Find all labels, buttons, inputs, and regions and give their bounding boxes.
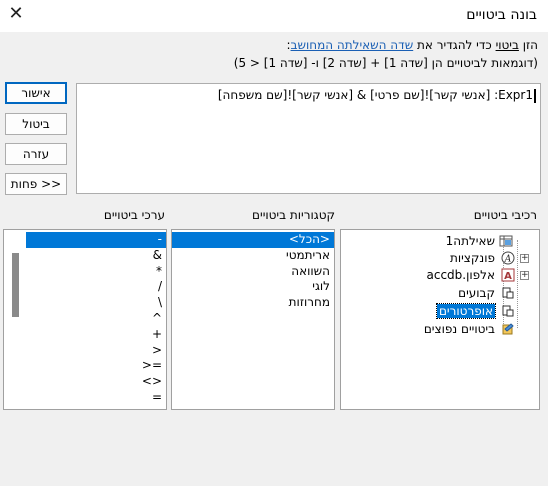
list-item[interactable]: אריתמטי [172, 248, 334, 264]
tree-item-constants[interactable]: קבועים [458, 286, 495, 300]
common-expressions-icon [501, 322, 515, 336]
operators-icon [501, 304, 515, 318]
list-item[interactable]: =< [26, 358, 166, 374]
expand-icon[interactable]: + [520, 254, 529, 263]
values-label: ערכי ביטויים [103, 208, 165, 222]
text-caret [534, 88, 536, 103]
svg-text:A: A [504, 271, 512, 282]
list-item[interactable]: / [26, 279, 166, 295]
list-item[interactable]: לוגי [172, 279, 334, 295]
list-item[interactable]: < [26, 343, 166, 359]
list-item[interactable]: + [26, 327, 166, 343]
window-title: בונה ביטויים [466, 7, 537, 23]
instruction-line-2: (דוגמאות לביטויים הן [שדה 1] + [שדה 2] ו… [233, 56, 538, 70]
functions-icon: A [501, 251, 515, 265]
expression-elements-tree[interactable]: שאילתה1 + A פונקציות + A אלפון.accdb קבו… [340, 229, 540, 410]
database-icon: A [501, 268, 515, 282]
close-icon[interactable]: ✕ [6, 4, 26, 24]
tree-item-operators[interactable]: אופרטורים [435, 303, 497, 319]
list-item[interactable]: מחרוזות [172, 295, 334, 311]
list-item[interactable]: & [26, 248, 166, 264]
tree-line [517, 240, 518, 328]
list-item[interactable]: * [26, 264, 166, 280]
instruction-text: הזן [518, 38, 538, 52]
tree-item-database[interactable]: אלפון.accdb [427, 268, 496, 282]
tree-item-label: קבועים [458, 286, 495, 300]
tree-item-common-expressions[interactable]: ביטויים נפוצים [424, 322, 495, 336]
categories-label: קטגוריות ביטויים [252, 208, 335, 222]
expression-value: Expr1: [אנשי קשר]![שם פרטי] & [אנשי קשר]… [218, 88, 536, 103]
svg-text:A: A [504, 255, 512, 265]
list-item[interactable]: השוואה [172, 264, 334, 280]
tree-item-label: אופרטורים [435, 303, 497, 319]
instruction-line-1: הזן ביטוי כדי להגדיר את שדה השאילתה המחו… [8, 38, 539, 52]
list-item[interactable]: \ [26, 295, 166, 311]
categories-items: <הכל> אריתמטי השוואה לוגי מחרוזות [172, 230, 334, 311]
list-item[interactable]: ^ [26, 311, 166, 327]
calculated-field-link[interactable]: שדה השאילתה המחושב [291, 38, 414, 52]
constants-icon [501, 286, 515, 300]
expression-values-list[interactable]: - & * / \ ^ + < =< <> = [3, 229, 167, 410]
elements-label: רכיבי ביטויים [473, 208, 537, 222]
list-item[interactable]: = [26, 390, 166, 406]
cancel-button[interactable]: ביטול [5, 113, 67, 135]
tree-item-label: אלפון.accdb [426, 268, 496, 282]
title-bar: ✕ בונה ביטויים [0, 0, 548, 32]
expression-editor[interactable]: Expr1: [אנשי קשר]![שם פרטי] & [אנשי קשר]… [76, 83, 541, 194]
expression-text: Expr1: [אנשי קשר]![שם פרטי] & [אנשי קשר]… [217, 88, 533, 102]
expand-icon[interactable]: + [520, 271, 529, 280]
list-item[interactable]: <הכל> [172, 232, 334, 248]
instruction-text: כדי להגדיר את [413, 38, 496, 52]
query-icon [499, 234, 513, 248]
expression-categories-list[interactable]: <הכל> אריתמטי השוואה לוגי מחרוזות [171, 229, 335, 410]
tree-item-label: ביטויים נפוצים [423, 322, 495, 336]
list-item[interactable]: - [26, 232, 166, 248]
scroll-thumb[interactable] [12, 253, 19, 317]
instruction-text: ביטוי [495, 38, 519, 52]
values-items: - & * / \ ^ + < =< <> = [26, 232, 166, 406]
list-item[interactable]: <> [26, 374, 166, 390]
tree-item-query[interactable]: שאילתה1 [446, 234, 495, 248]
tree-item-label: שאילתה1 [445, 234, 495, 248]
tree-item-functions[interactable]: פונקציות [450, 251, 495, 265]
scrollbar[interactable] [4, 230, 26, 409]
less-button[interactable]: << פחות [5, 173, 67, 195]
tree-item-label: פונקציות [449, 251, 495, 265]
help-button[interactable]: עזרה [5, 143, 67, 165]
ok-button[interactable]: אישור [5, 82, 67, 104]
